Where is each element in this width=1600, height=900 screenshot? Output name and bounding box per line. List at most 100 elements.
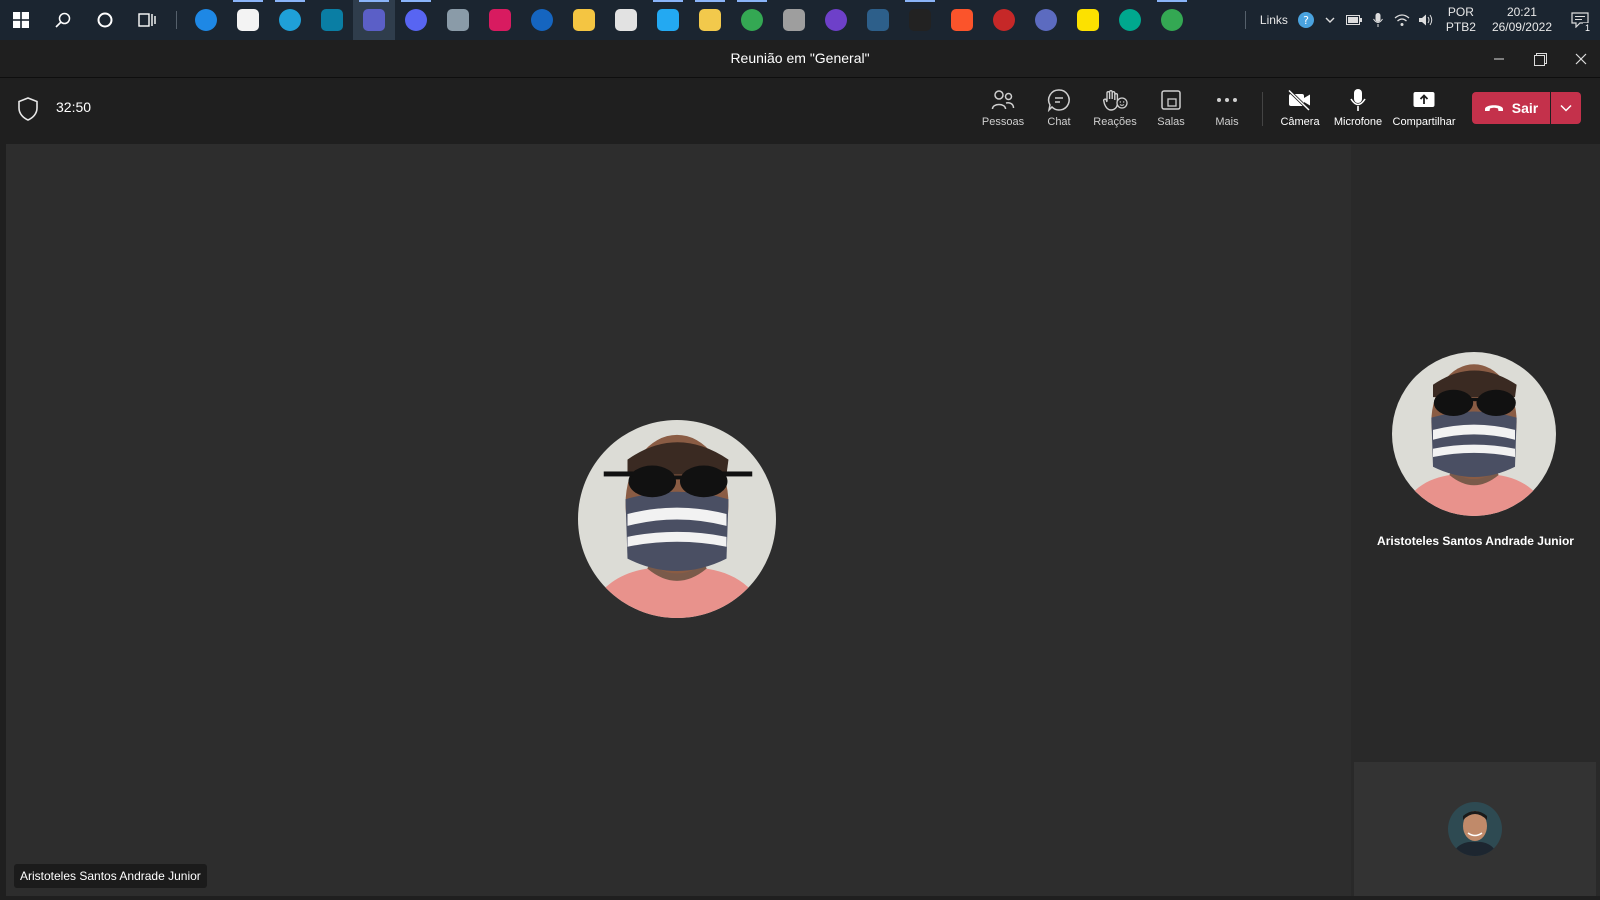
participant-avatar[interactable] <box>1392 352 1556 516</box>
masked-face-photo <box>1392 352 1556 516</box>
task-view-icon[interactable] <box>126 0 168 40</box>
self-view-tile[interactable] <box>1354 762 1596 896</box>
shield-icon[interactable] <box>16 96 40 122</box>
teams-icon-glyph <box>363 9 385 31</box>
sticky-notes-icon[interactable] <box>1067 0 1109 40</box>
more-button[interactable]: Mais <box>1199 86 1255 134</box>
share-screen-icon <box>1412 86 1436 114</box>
participant-avatar[interactable] <box>578 420 776 618</box>
panel-app-icon[interactable] <box>311 0 353 40</box>
participant-name: Aristoteles Santos Andrade Junior <box>1377 534 1574 548</box>
leave-options-button[interactable] <box>1551 92 1581 124</box>
meeting-toolbar: 32:50 Pessoas Chat Reações Salas Mais Câ… <box>0 78 1600 140</box>
github-icon[interactable] <box>815 0 857 40</box>
chrome-icon-glyph <box>1161 9 1183 31</box>
sticky-notes-icon-glyph <box>1077 9 1099 31</box>
share-button[interactable]: Compartilhar <box>1393 86 1455 134</box>
red-app-icon[interactable] <box>983 0 1025 40</box>
edge-icon[interactable] <box>269 0 311 40</box>
file-explorer-icon[interactable] <box>689 0 731 40</box>
lines-app-icon[interactable] <box>1025 0 1067 40</box>
microphone-label: Microfone <box>1333 116 1383 128</box>
raise-hand-icon <box>1102 86 1128 114</box>
windows-taskbar: Links ? POR PTB2 20:21 26/09/2022 1 <box>0 0 1600 40</box>
masked-face-photo <box>578 420 776 618</box>
reactions-button[interactable]: Reações <box>1087 86 1143 134</box>
people-button[interactable]: Pessoas <box>975 86 1031 134</box>
more-icon <box>1216 86 1238 114</box>
bars-app-icon-glyph <box>489 9 511 31</box>
calculator-icon[interactable] <box>437 0 479 40</box>
battery-icon[interactable] <box>1342 0 1366 40</box>
pixel-app-icon-glyph <box>531 9 553 31</box>
git-icon-glyph <box>615 9 637 31</box>
edge-icon-glyph <box>279 9 301 31</box>
pixel-app-icon[interactable] <box>521 0 563 40</box>
language-code: POR <box>1447 5 1474 19</box>
ccleaner-icon[interactable] <box>185 0 227 40</box>
lines-app-icon-glyph <box>1035 9 1057 31</box>
chevron-down-icon <box>1560 104 1572 112</box>
discord-icon[interactable] <box>395 0 437 40</box>
people-icon <box>991 86 1015 114</box>
clock-time: 20:21 <box>1506 5 1537 19</box>
language-indicator[interactable]: POR PTB2 <box>1438 5 1484 35</box>
brave-icon-glyph <box>951 9 973 31</box>
close-icon[interactable] <box>1562 40 1600 78</box>
rooms-icon <box>1160 86 1182 114</box>
ccleaner-icon-glyph <box>195 9 217 31</box>
camera-app-icon[interactable] <box>773 0 815 40</box>
windows-start-icon[interactable] <box>0 0 42 40</box>
notification-center-icon[interactable]: 1 <box>1560 0 1600 40</box>
brave-icon[interactable] <box>941 0 983 40</box>
wave-app-icon-glyph <box>867 9 889 31</box>
taskbar-separator <box>176 11 177 29</box>
toolbar-divider <box>1262 92 1263 126</box>
hang-up-icon <box>1484 105 1503 111</box>
wifi-icon[interactable] <box>1390 0 1414 40</box>
wave-app-icon[interactable] <box>857 0 899 40</box>
search-icon[interactable] <box>42 0 84 40</box>
volume-icon[interactable] <box>1414 0 1438 40</box>
clock-date: 26/09/2022 <box>1491 20 1552 34</box>
kaspersky-icon[interactable] <box>1109 0 1151 40</box>
git-icon[interactable] <box>605 0 647 40</box>
window-title: Reunião em "General" <box>730 50 870 66</box>
rooms-button[interactable]: Salas <box>1143 86 1199 134</box>
teams-icon[interactable] <box>353 0 395 40</box>
teams-title-bar: Reunião em "General" <box>0 40 1600 78</box>
microphone-tray-icon[interactable] <box>1366 0 1390 40</box>
camera-label: Câmera <box>1280 116 1320 128</box>
microphone-icon <box>1349 86 1367 114</box>
reactions-label: Reações <box>1093 116 1137 128</box>
notification-count: 1 <box>1582 23 1592 33</box>
file-explorer-icon-glyph <box>699 9 721 31</box>
minimize-icon[interactable] <box>1480 40 1518 78</box>
help-icon[interactable]: ? <box>1294 0 1318 40</box>
taskbar-clock[interactable]: 20:21 26/09/2022 <box>1484 5 1560 35</box>
chrome-icon[interactable] <box>1151 0 1193 40</box>
microsoft-store-icon[interactable] <box>227 0 269 40</box>
chevron-up-icon[interactable] <box>1318 0 1342 40</box>
github-icon-glyph <box>825 9 847 31</box>
calculator-icon-glyph <box>447 9 469 31</box>
lightbulb-icon[interactable] <box>563 0 605 40</box>
self-avatar <box>1448 802 1502 856</box>
camera-button[interactable]: Câmera <box>1272 86 1328 134</box>
leave-button[interactable]: Sair <box>1472 92 1550 124</box>
chrome-icon[interactable] <box>731 0 773 40</box>
restore-icon[interactable] <box>1521 40 1559 78</box>
chat-button[interactable]: Chat <box>1031 86 1087 134</box>
links-toolbar[interactable]: Links <box>1254 13 1294 27</box>
meeting-timer: 32:50 <box>56 99 92 115</box>
main-video-stage[interactable]: Aristoteles Santos Andrade Junior <box>6 144 1351 896</box>
people-label: Pessoas <box>981 116 1025 128</box>
bars-app-icon[interactable] <box>479 0 521 40</box>
self-face-photo <box>1448 802 1502 856</box>
microsoft-store-icon-glyph <box>237 9 259 31</box>
cortana-icon[interactable] <box>84 0 126 40</box>
rooms-label: Salas <box>1157 116 1185 128</box>
vscode-icon[interactable] <box>647 0 689 40</box>
microphone-button[interactable]: Microfone <box>1330 86 1386 134</box>
terminal-icon[interactable] <box>899 0 941 40</box>
